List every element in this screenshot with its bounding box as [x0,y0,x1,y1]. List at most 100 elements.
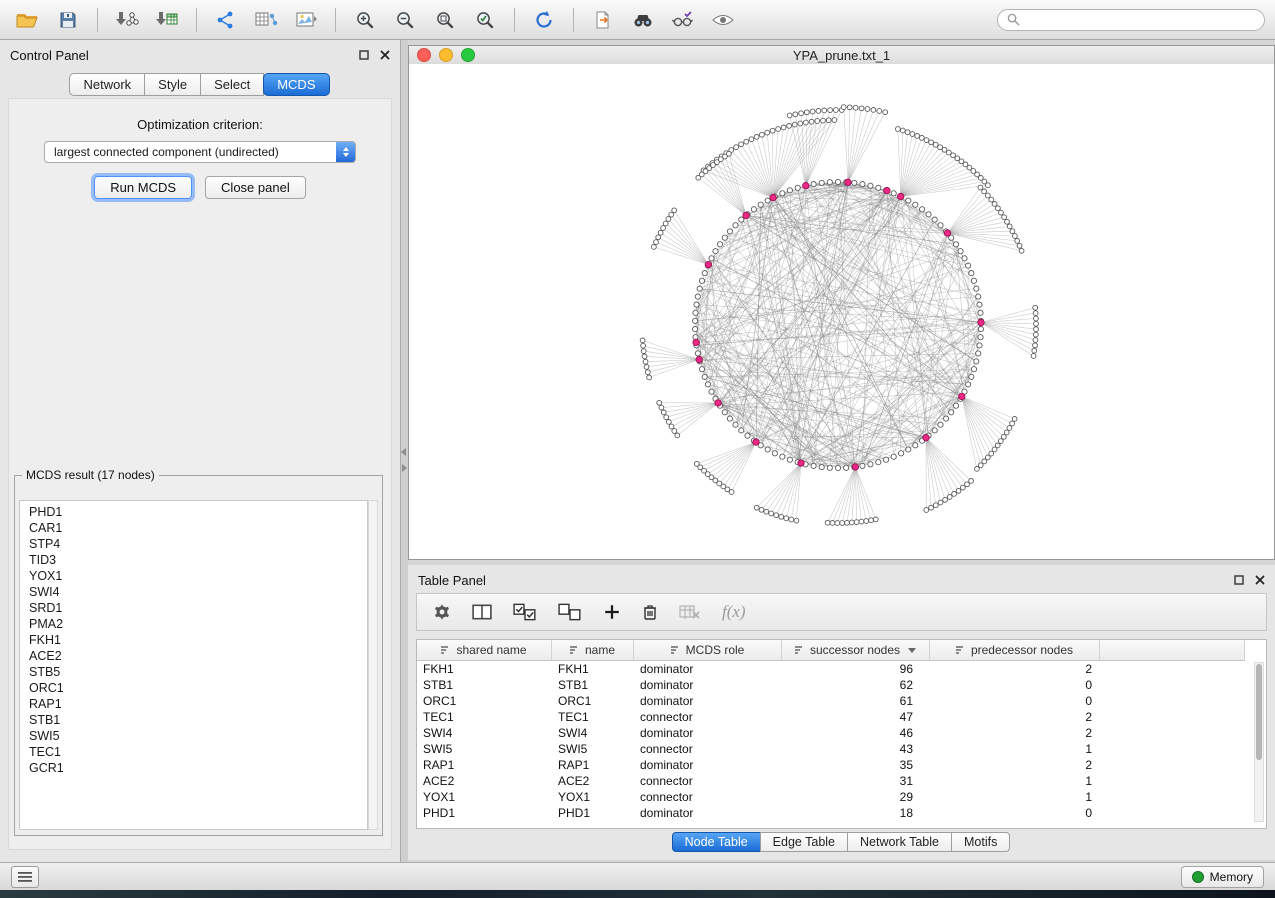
mcds-result-item[interactable]: SRD1 [29,600,367,616]
diagnostics-icon [672,10,694,30]
zoom-out-button[interactable] [387,5,423,35]
table-header-row: shared name name MCDS role successor nod… [417,640,1245,661]
mcds-result-item[interactable]: ORC1 [29,680,367,696]
mcds-result-item[interactable]: SWI4 [29,584,367,600]
cell-name: SWI5 [552,741,634,757]
mcds-result-item[interactable]: SWI5 [29,728,367,744]
tab-mcds[interactable]: MCDS [263,73,329,96]
diagnostics-button[interactable] [665,5,701,35]
search-input[interactable] [1025,12,1255,28]
network-image-button[interactable] [288,5,324,35]
mcds-result-item[interactable]: STP4 [29,536,367,552]
function-builder-button[interactable]: f(x) [722,602,746,622]
cell-role: dominator [634,757,782,773]
network-table-icon [254,10,278,30]
table-scrollbar[interactable] [1254,662,1264,822]
refresh-icon [534,10,554,30]
refresh-button[interactable] [526,5,562,35]
tab-network-table[interactable]: Network Table [847,832,952,852]
mcds-result-item[interactable]: ACE2 [29,648,367,664]
close-panel-icon[interactable] [380,50,390,60]
mcds-result-item[interactable]: TID3 [29,552,367,568]
close-panel-icon[interactable] [1255,575,1265,585]
open-file-button[interactable] [10,5,46,35]
mcds-result-item[interactable]: PHD1 [29,504,367,520]
cell-filler [1100,773,1245,789]
mcds-result-item[interactable]: CAR1 [29,520,367,536]
cell-role: dominator [634,693,782,709]
table-settings-button[interactable] [433,603,451,621]
network-canvas[interactable] [409,64,1274,559]
zoom-selected-button[interactable] [467,5,503,35]
float-panel-icon[interactable] [359,50,369,60]
vertical-splitter[interactable] [401,40,408,862]
table-row[interactable]: PHD1PHD1dominator180 [417,805,1245,821]
table-row[interactable]: STB1STB1dominator620 [417,677,1245,693]
show-columns-button[interactable] [472,603,492,621]
cell-shared-name: RAP1 [417,757,552,773]
save-button[interactable] [50,5,86,35]
import-network-button[interactable] [109,5,145,35]
mcds-result-item[interactable]: YOX1 [29,568,367,584]
float-panel-icon[interactable] [1234,575,1244,585]
cell-shared-name: FKH1 [417,661,552,677]
import-table-button[interactable] [149,5,185,35]
tab-network[interactable]: Network [69,73,145,96]
export-network-button[interactable] [208,5,244,35]
network-window-titlebar[interactable]: YPA_prune.txt_1 [409,46,1274,65]
zoom-out-icon [395,10,415,30]
memory-button[interactable]: Memory [1181,866,1264,888]
search-network-button[interactable] [625,5,661,35]
mcds-result-scrollbar[interactable] [368,500,378,830]
tab-style[interactable]: Style [144,73,201,96]
run-mcds-button[interactable]: Run MCDS [94,176,192,199]
unselect-all-columns-button[interactable] [558,603,582,621]
mcds-result-item[interactable]: STB1 [29,712,367,728]
table-row[interactable]: SWI4SWI4dominator462 [417,725,1245,741]
optimization-criterion-dropdown[interactable]: largest connected component (undirected) [44,141,356,163]
collapse-right-icon[interactable] [402,464,407,472]
tab-edge-table[interactable]: Edge Table [760,832,848,852]
cell-predecessors: 0 [930,693,1100,709]
collapse-left-icon[interactable] [401,448,406,456]
mcds-result-item[interactable]: GCR1 [29,760,367,776]
mcds-result-item[interactable]: TEC1 [29,744,367,760]
eye-button[interactable] [705,5,741,35]
select-all-columns-button[interactable] [513,603,537,621]
tab-select[interactable]: Select [200,73,264,96]
column-header-successor-nodes[interactable]: successor nodes [782,640,930,661]
status-menu-button[interactable] [11,866,39,888]
mcds-result-item[interactable]: FKH1 [29,632,367,648]
scrollbar-thumb[interactable] [1256,664,1262,760]
control-panel: Control Panel Network Style Select MCDS … [0,40,401,862]
tab-motifs[interactable]: Motifs [951,832,1010,852]
table-row[interactable]: ACE2ACE2connector311 [417,773,1245,789]
zoom-in-button[interactable] [347,5,383,35]
table-row[interactable]: RAP1RAP1dominator352 [417,757,1245,773]
zoom-fit-button[interactable] [427,5,463,35]
table-row[interactable]: TEC1TEC1connector472 [417,709,1245,725]
table-row[interactable]: FKH1FKH1dominator962 [417,661,1245,677]
network-graph[interactable] [409,64,1274,559]
search-box[interactable] [997,9,1265,31]
delete-table-button[interactable] [679,604,701,620]
column-header-shared-name[interactable]: shared name [417,640,552,661]
table-row[interactable]: YOX1YOX1connector291 [417,789,1245,805]
toolbar-separator [514,8,515,32]
delete-column-button[interactable] [642,603,658,621]
add-column-button[interactable] [603,603,621,621]
table-row[interactable]: ORC1ORC1dominator610 [417,693,1245,709]
table-row[interactable]: SWI5SWI5connector431 [417,741,1245,757]
column-header-mcds-role[interactable]: MCDS role [634,640,782,661]
mcds-result-item[interactable]: RAP1 [29,696,367,712]
network-table-button[interactable] [248,5,284,35]
close-panel-button[interactable]: Close panel [205,176,306,199]
mcds-result-item[interactable]: STB5 [29,664,367,680]
column-header-name[interactable]: name [552,640,634,661]
export-document-button[interactable] [585,5,621,35]
tab-node-table[interactable]: Node Table [672,832,761,852]
mcds-result-title: MCDS result (17 nodes) [22,468,159,482]
column-header-predecessor-nodes[interactable]: predecessor nodes [930,640,1100,661]
mcds-result-item[interactable]: PMA2 [29,616,367,632]
network-window: YPA_prune.txt_1 [408,45,1275,560]
